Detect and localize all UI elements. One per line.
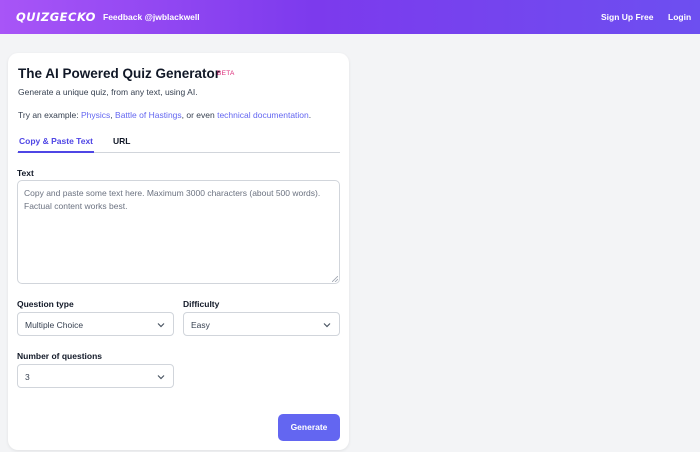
beta-badge: BETA bbox=[217, 70, 235, 77]
top-nav-bar: QUIZGECKO Feedback @jwblackwell Sign Up … bbox=[0, 0, 700, 34]
text-input[interactable]: Copy and paste some text here. Maximum 3… bbox=[17, 180, 340, 284]
tab-copy-paste-text[interactable]: Copy & Paste Text bbox=[18, 136, 95, 153]
quiz-generator-card: The AI Powered Quiz Generator BETA Gener… bbox=[8, 53, 349, 450]
question-type-label: Question type bbox=[17, 299, 74, 309]
example-line: Try an example: Physics, Battle of Hasti… bbox=[18, 110, 311, 120]
number-of-questions-label: Number of questions bbox=[17, 351, 103, 361]
example-link-physics[interactable]: Physics bbox=[81, 110, 110, 120]
text-label: Text bbox=[17, 168, 34, 178]
quizgecko-logo[interactable]: QUIZGECKO bbox=[16, 10, 96, 24]
example-link-technical-documentation[interactable]: technical documentation bbox=[217, 110, 309, 120]
text-input-placeholder: Copy and paste some text here. Maximum 3… bbox=[24, 188, 321, 211]
question-type-value: Multiple Choice bbox=[25, 320, 84, 330]
question-type-select[interactable]: Multiple Choice bbox=[17, 312, 174, 336]
example-link-battle-of-hastings[interactable]: Battle of Hastings bbox=[115, 110, 182, 120]
feedback-link[interactable]: Feedback @jwblackwell bbox=[103, 12, 200, 22]
generate-button[interactable]: Generate bbox=[278, 414, 340, 441]
difficulty-value: Easy bbox=[191, 320, 210, 330]
input-tabs: Copy & Paste Text URL bbox=[17, 136, 340, 153]
example-separator: , or even bbox=[181, 110, 218, 120]
sign-up-link[interactable]: Sign Up Free bbox=[601, 12, 653, 22]
chevron-down-icon bbox=[323, 323, 331, 328]
example-prefix: Try an example: bbox=[18, 110, 81, 120]
chevron-down-icon bbox=[157, 375, 165, 380]
difficulty-select[interactable]: Easy bbox=[183, 312, 340, 336]
difficulty-label: Difficulty bbox=[183, 299, 220, 309]
example-suffix: . bbox=[308, 110, 312, 120]
page-title: The AI Powered Quiz Generator bbox=[18, 66, 221, 81]
login-link[interactable]: Login bbox=[668, 12, 691, 22]
subtitle: Generate a unique quiz, from any text, u… bbox=[18, 87, 198, 97]
tab-url[interactable]: URL bbox=[113, 136, 130, 153]
number-of-questions-select[interactable]: 3 bbox=[17, 364, 174, 388]
chevron-down-icon bbox=[157, 323, 165, 328]
number-of-questions-value: 3 bbox=[25, 372, 30, 382]
resize-handle-icon[interactable] bbox=[332, 276, 338, 282]
